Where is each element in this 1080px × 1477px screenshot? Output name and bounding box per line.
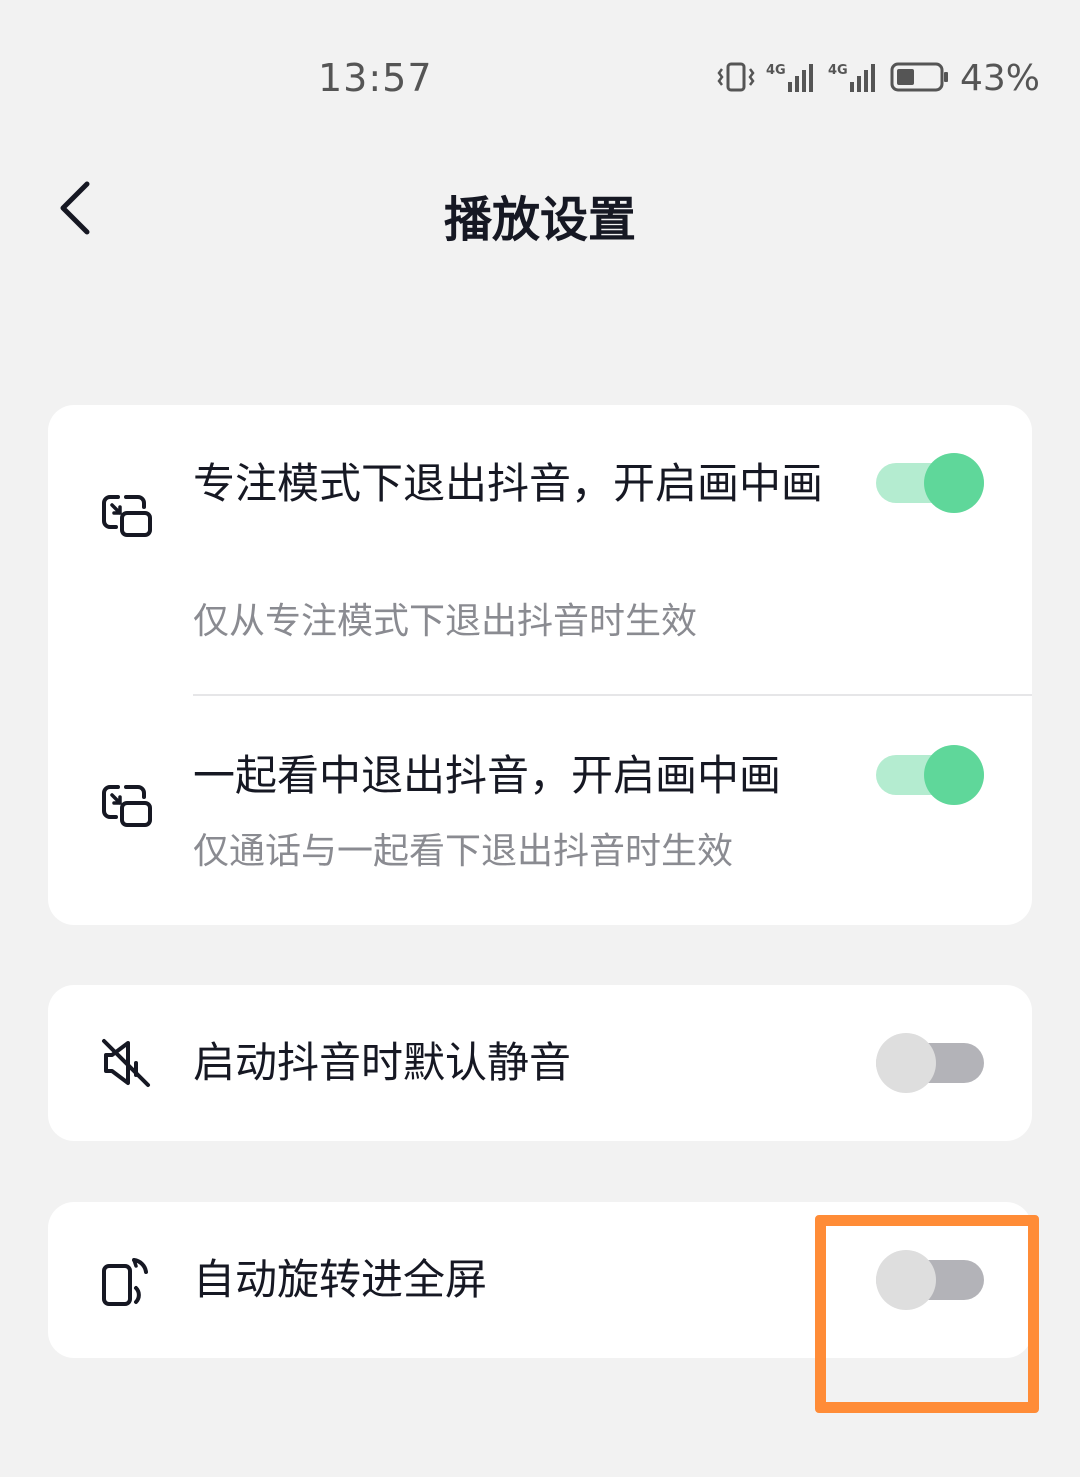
status-time: 13:57 (318, 56, 433, 100)
rotate-settings-card: 自动旋转进全屏 (48, 1202, 1032, 1358)
setting-subtitle: 仅通话与一起看下退出抖音时生效 (193, 831, 734, 872)
header: 播放设置 (0, 160, 1080, 260)
picture-in-picture-icon (98, 777, 154, 833)
pip-settings-card: 专注模式下退出抖音，开启画中画 仅从专注模式下退出抖音时生效 一起看中退出抖音，… (48, 405, 1032, 925)
battery-icon (890, 61, 950, 97)
toggle-knob (924, 745, 984, 805)
mute-settings-card: 启动抖音时默认静音 (48, 985, 1032, 1141)
setting-subtitle: 仅从专注模式下退出抖音时生效 (193, 601, 698, 642)
focus-pip-toggle[interactable] (876, 453, 984, 513)
rotate-screen-icon (98, 1254, 154, 1310)
page-title: 播放设置 (443, 192, 636, 248)
watch-together-pip-toggle[interactable] (876, 745, 984, 805)
signal-4g-icon: 4G (766, 60, 818, 98)
vibrate-icon (716, 61, 756, 97)
setting-title: 一起看中退出抖音，开启画中画 (193, 751, 782, 800)
battery-percent: 43% (959, 58, 1040, 99)
network-2-label: 4G (828, 63, 848, 78)
setting-title: 启动抖音时默认静音 (193, 1038, 572, 1087)
signal-4g-icon: 4G (828, 60, 880, 98)
setting-title: 专注模式下退出抖音，开启画中画 (193, 459, 824, 508)
network-1-label: 4G (766, 63, 786, 78)
auto-rotate-toggle[interactable] (876, 1250, 984, 1310)
setting-row-default-mute: 启动抖音时默认静音 (48, 985, 1032, 1141)
default-mute-toggle[interactable] (876, 1033, 984, 1093)
toggle-knob (924, 453, 984, 513)
setting-row-auto-rotate: 自动旋转进全屏 (48, 1202, 1032, 1358)
status-bar: 13:57 4G 4G 43% (0, 0, 1080, 150)
mute-speaker-icon (98, 1035, 154, 1091)
setting-row-focus-pip: 专注模式下退出抖音，开启画中画 仅从专注模式下退出抖音时生效 (48, 405, 1032, 695)
setting-row-watch-together-pip: 一起看中退出抖音，开启画中画 仅通话与一起看下退出抖音时生效 (48, 695, 1032, 925)
picture-in-picture-icon (98, 487, 154, 543)
status-icons: 4G 4G 43% (716, 58, 1040, 99)
toggle-knob (876, 1250, 936, 1310)
toggle-knob (876, 1033, 936, 1093)
setting-title: 自动旋转进全屏 (193, 1255, 488, 1304)
